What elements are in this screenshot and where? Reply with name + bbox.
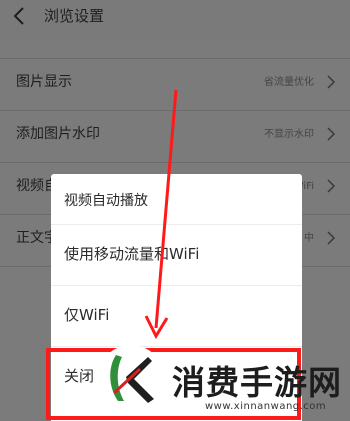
settings-row-label: 添加图片水印 [16, 126, 100, 142]
option-mobile-data-and-wifi[interactable]: 使用移动流量和WiFi [51, 224, 302, 283]
settings-row-value: 中 [304, 233, 314, 244]
chevron-right-icon [327, 179, 336, 193]
chevron-right-icon [327, 231, 336, 245]
settings-row-value: 省流量优化 [264, 77, 314, 88]
top-bar: 浏览设置 [0, 0, 350, 40]
page-title: 浏览设置 [44, 7, 105, 25]
settings-row-value: 不显示水印 [264, 129, 314, 140]
watermark-text: 消费手游网 [172, 363, 342, 402]
settings-row-watermark[interactable]: 添加图片水印 不显示水印 [0, 110, 350, 162]
settings-row-image-display[interactable]: 图片显示 省流量优化 [0, 58, 350, 110]
chevron-right-icon [327, 75, 336, 89]
option-label: 仅WiFi [64, 306, 110, 324]
option-label: 关闭 [64, 367, 95, 385]
settings-row-label: 图片显示 [16, 74, 72, 90]
option-wifi-only[interactable]: 仅WiFi [51, 285, 302, 344]
watermark-url: www.xinnanwang.com [205, 401, 327, 412]
option-label: 使用移动流量和WiFi [64, 245, 200, 263]
leaf-k-logo-icon [98, 345, 164, 411]
dialog-title: 视频自动播放 [64, 193, 148, 209]
chevron-right-icon [327, 127, 336, 141]
chevron-left-icon[interactable] [8, 4, 32, 28]
